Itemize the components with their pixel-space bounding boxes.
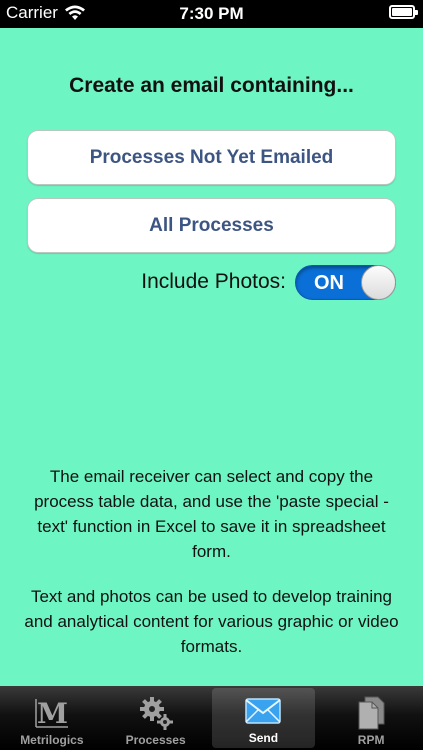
all-processes-button[interactable]: All Processes: [27, 198, 396, 253]
documents-icon: [353, 696, 389, 730]
status-bar: Carrier 7:30 PM: [0, 0, 423, 28]
gears-icon: [138, 696, 174, 730]
info-text-paste: The email receiver can select and copy t…: [34, 467, 389, 561]
tab-label: Processes: [125, 733, 186, 747]
page-title: Create an email containing...: [69, 74, 354, 97]
metrilogics-logo-icon: M: [34, 696, 70, 730]
battery-icon: [389, 5, 418, 19]
status-time: 7:30 PM: [179, 4, 244, 23]
toggle-knob: [361, 265, 396, 300]
tab-label: Send: [248, 731, 279, 745]
tab-rpm[interactable]: RPM: [319, 686, 423, 750]
tab-processes[interactable]: Processes: [104, 686, 208, 750]
svg-text:M: M: [37, 697, 68, 729]
tab-bar: M Metrilogics Processes Send RPM: [0, 686, 423, 750]
include-photos-row: Include Photos: ON: [0, 264, 423, 300]
include-photos-label: Include Photos:: [141, 270, 286, 293]
include-photos-toggle[interactable]: ON: [295, 265, 396, 300]
tab-label: RPM: [357, 733, 385, 747]
envelope-icon: [245, 694, 282, 728]
tab-metrilogics[interactable]: M Metrilogics: [0, 686, 104, 750]
info-text-formats: Text and photos can be used to develop t…: [24, 587, 399, 656]
tab-send[interactable]: Send: [211, 688, 316, 748]
processes-not-yet-emailed-button[interactable]: Processes Not Yet Emailed: [27, 130, 396, 185]
toggle-state-label: ON: [314, 272, 344, 294]
tab-label: Metrilogics: [20, 733, 84, 747]
